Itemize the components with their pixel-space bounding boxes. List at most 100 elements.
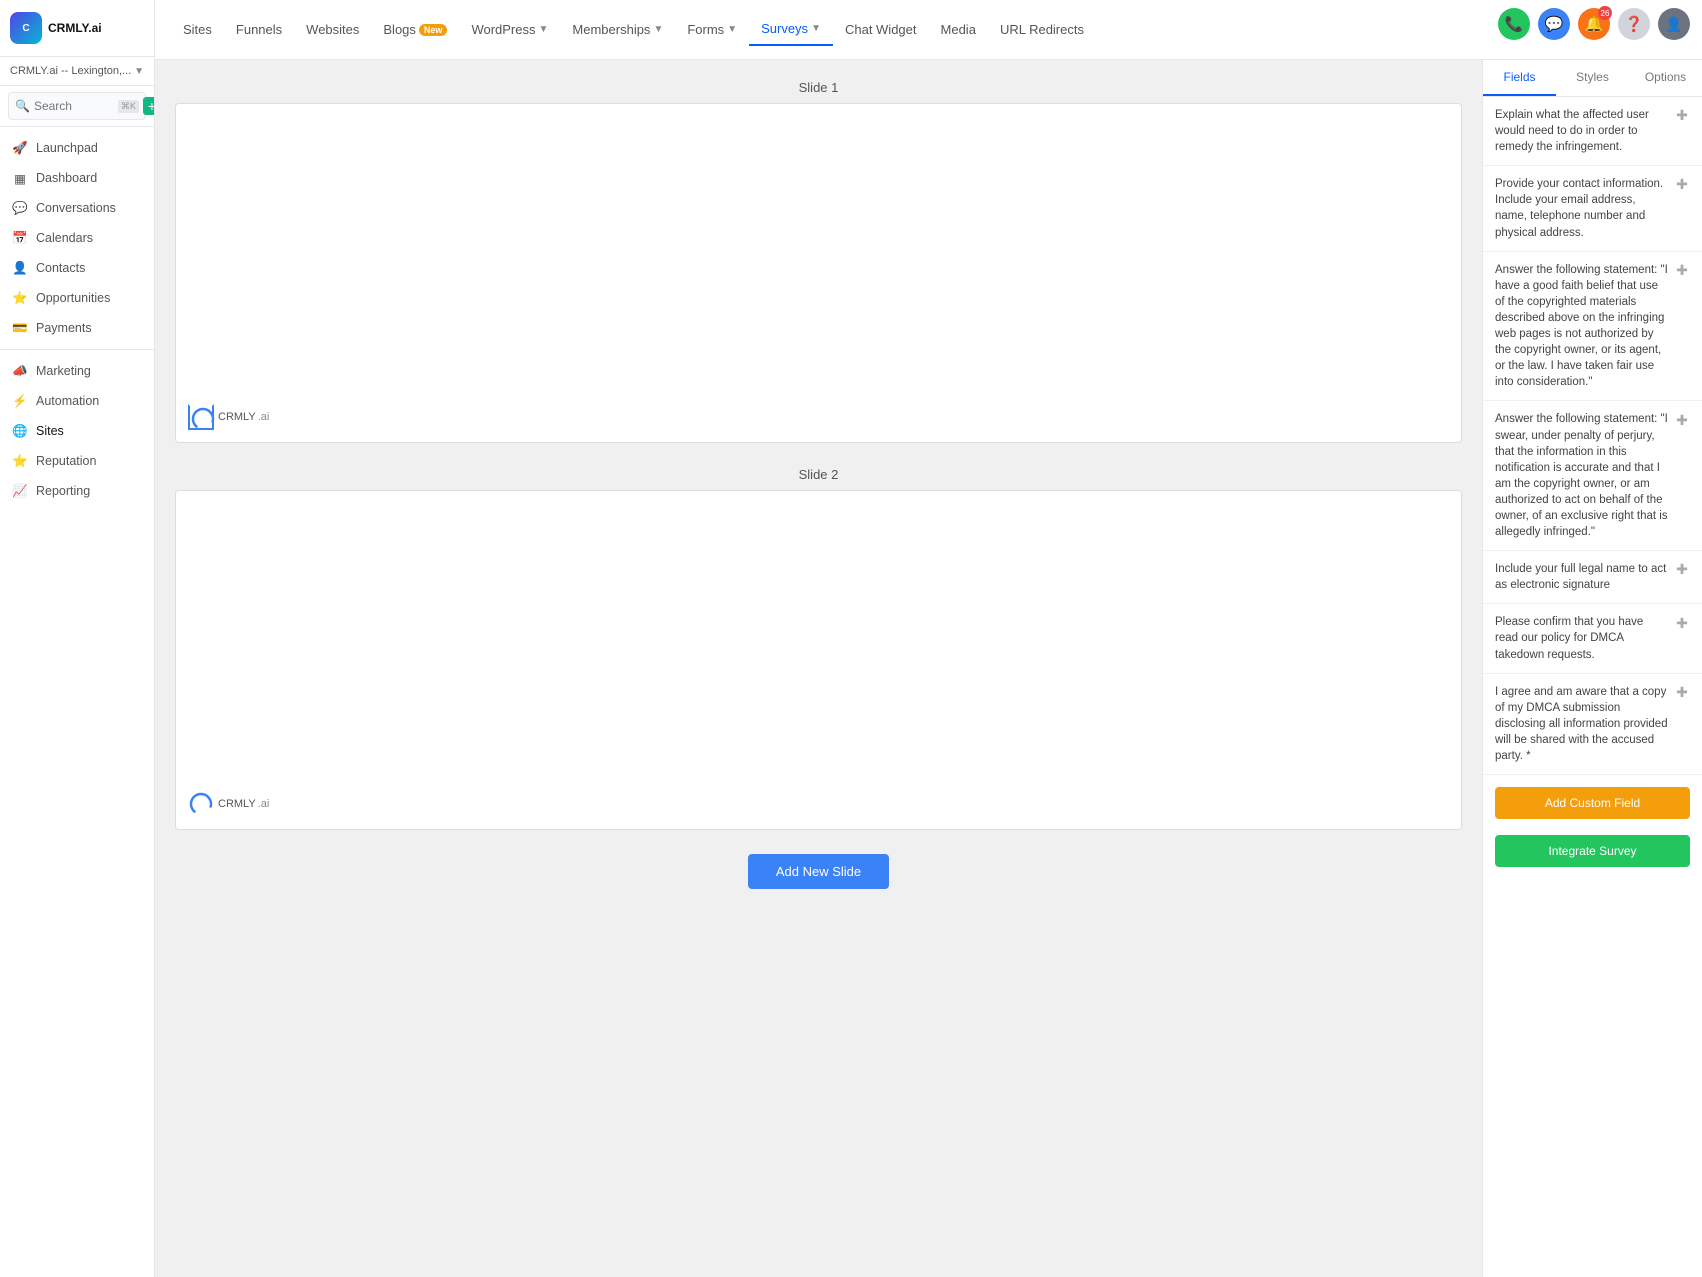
field-text: Include your full legal name to act as e…	[1495, 561, 1668, 593]
sidebar-item-label: Contacts	[36, 261, 85, 275]
tab-styles[interactable]: Styles	[1556, 60, 1629, 96]
notification-count: 26	[1598, 6, 1612, 20]
topnav-blogs-label: Blogs	[383, 22, 416, 37]
launchpad-icon: 🚀	[12, 140, 28, 156]
sidebar-account[interactable]: CRMLY.ai -- Lexington,... ▼	[0, 57, 154, 86]
topnav-wordpress-label: WordPress	[471, 22, 535, 37]
topnav-memberships-label: Memberships	[572, 22, 650, 37]
field-item-3[interactable]: Answer the following statement: "I have …	[1483, 252, 1702, 402]
topnav-items: Sites Funnels Websites Blogs New WordPre…	[171, 13, 1652, 46]
topnav-funnels[interactable]: Funnels	[224, 14, 294, 45]
wordpress-chevron-icon: ▼	[539, 24, 549, 35]
content-area: Slide 1 CRMLY .a	[155, 60, 1702, 1277]
sidebar-divider	[0, 349, 154, 350]
sidebar-item-automation[interactable]: ⚡ Automation	[0, 386, 154, 416]
field-add-icon[interactable]: ✚	[1674, 685, 1690, 701]
chat-icon-button[interactable]: 💬	[1538, 8, 1570, 40]
field-text: I agree and am aware that a copy of my D…	[1495, 684, 1668, 764]
phone-icon-button[interactable]: 📞	[1498, 8, 1530, 40]
sidebar-search-area: 🔍 ⌘K +	[0, 86, 154, 127]
topnav-url-redirects-label: URL Redirects	[1000, 22, 1084, 37]
chevron-down-icon: ▼	[134, 66, 144, 77]
sidebar-item-calendars[interactable]: 📅 Calendars	[0, 223, 154, 253]
field-text: Provide your contact information. Includ…	[1495, 176, 1668, 240]
topnav-url-redirects[interactable]: URL Redirects	[988, 14, 1096, 45]
tab-options[interactable]: Options	[1629, 60, 1702, 96]
field-item-1[interactable]: Explain what the affected user would nee…	[1483, 97, 1702, 166]
sidebar-item-label: Sites	[36, 424, 64, 438]
sidebar-item-label: Payments	[36, 321, 92, 335]
sidebar-add-button[interactable]: +	[143, 97, 155, 115]
field-add-icon[interactable]: ✚	[1674, 615, 1690, 631]
main-area: Sites Funnels Websites Blogs New WordPre…	[155, 0, 1702, 1277]
spinner-svg	[190, 406, 216, 432]
help-icon-button[interactable]: ❓	[1618, 8, 1650, 40]
sidebar-item-dashboard[interactable]: ▦ Dashboard	[0, 163, 154, 193]
sidebar-item-label: Reputation	[36, 454, 96, 468]
topnav-surveys[interactable]: Surveys ▼	[749, 13, 833, 46]
field-text: Answer the following statement: "I swear…	[1495, 411, 1668, 540]
sidebar-item-label: Conversations	[36, 201, 116, 215]
field-item-5[interactable]: Include your full legal name to act as e…	[1483, 551, 1702, 604]
header-icons: 📞 💬 🔔 26 ❓ 👤	[1498, 8, 1690, 40]
sidebar-item-label: Automation	[36, 394, 99, 408]
slide-2-spinner	[188, 791, 214, 817]
slide-1-logo-ai: .ai	[258, 411, 270, 423]
slide-2-card: CRMLY .ai	[175, 490, 1462, 830]
slide-1-logo-text: CRMLY	[218, 411, 256, 423]
topnav-media[interactable]: Media	[929, 14, 988, 45]
sidebar-item-label: Marketing	[36, 364, 91, 378]
search-shortcut: ⌘K	[118, 100, 139, 113]
slide-2-logo: CRMLY .ai	[188, 791, 269, 817]
sidebar-item-sites[interactable]: 🌐 Sites	[0, 416, 154, 446]
add-new-slide-button[interactable]: Add New Slide	[748, 854, 889, 889]
topnav-chat-widget[interactable]: Chat Widget	[833, 14, 929, 45]
notifications-icon-button[interactable]: 🔔 26	[1578, 8, 1610, 40]
user-avatar[interactable]: 👤	[1658, 8, 1690, 40]
topnav-blogs[interactable]: Blogs New	[371, 14, 459, 45]
sidebar-item-contacts[interactable]: 👤 Contacts	[0, 253, 154, 283]
field-add-icon[interactable]: ✚	[1674, 412, 1690, 428]
slide-1-spinner	[188, 404, 214, 430]
topnav-memberships[interactable]: Memberships ▼	[560, 14, 675, 45]
sidebar-item-reputation[interactable]: ⭐ Reputation	[0, 446, 154, 476]
marketing-icon: 📣	[12, 363, 28, 379]
tab-fields[interactable]: Fields	[1483, 60, 1556, 96]
field-item-4[interactable]: Answer the following statement: "I swear…	[1483, 401, 1702, 551]
field-add-icon[interactable]: ✚	[1674, 562, 1690, 578]
payments-icon: 💳	[12, 320, 28, 336]
slides-area: Slide 1 CRMLY .a	[155, 60, 1482, 1277]
field-add-icon[interactable]: ✚	[1674, 263, 1690, 279]
dashboard-icon: ▦	[12, 170, 28, 186]
slide-1-card: CRMLY .ai	[175, 103, 1462, 443]
sidebar-item-launchpad[interactable]: 🚀 Launchpad	[0, 133, 154, 163]
add-custom-field-button[interactable]: Add Custom Field	[1495, 787, 1690, 819]
sidebar-item-reporting[interactable]: 📈 Reporting	[0, 476, 154, 506]
slide-1-label: Slide 1	[175, 80, 1462, 95]
sidebar-item-conversations[interactable]: 💬 Conversations	[0, 193, 154, 223]
slide-section-1: Slide 1 CRMLY .a	[175, 80, 1462, 443]
reporting-icon: 📈	[12, 483, 28, 499]
field-item-6[interactable]: Please confirm that you have read our po…	[1483, 604, 1702, 673]
sidebar-item-payments[interactable]: 💳 Payments	[0, 313, 154, 343]
field-text: Answer the following statement: "I have …	[1495, 262, 1668, 391]
topnav-sites[interactable]: Sites	[171, 14, 224, 45]
slide-2-label: Slide 2	[175, 467, 1462, 482]
field-item-7[interactable]: I agree and am aware that a copy of my D…	[1483, 674, 1702, 775]
topnav-forms[interactable]: Forms ▼	[675, 14, 749, 45]
slide-1-logo: CRMLY .ai	[188, 404, 269, 430]
field-text: Explain what the affected user would nee…	[1495, 107, 1668, 155]
sidebar-item-marketing[interactable]: 📣 Marketing	[0, 356, 154, 386]
topnav-surveys-label: Surveys	[761, 21, 808, 36]
integrate-survey-button[interactable]: Integrate Survey	[1495, 835, 1690, 867]
field-item-2[interactable]: Provide your contact information. Includ…	[1483, 166, 1702, 251]
field-add-icon[interactable]: ✚	[1674, 177, 1690, 193]
sidebar-item-label: Launchpad	[36, 141, 98, 155]
search-input[interactable]	[34, 99, 114, 113]
topnav-chat-label: Chat Widget	[845, 22, 917, 37]
topnav-websites[interactable]: Websites	[294, 14, 371, 45]
sidebar-item-opportunities[interactable]: ⭐ Opportunities	[0, 283, 154, 313]
sites-icon: 🌐	[12, 423, 28, 439]
field-add-icon[interactable]: ✚	[1674, 108, 1690, 124]
topnav-wordpress[interactable]: WordPress ▼	[459, 14, 560, 45]
